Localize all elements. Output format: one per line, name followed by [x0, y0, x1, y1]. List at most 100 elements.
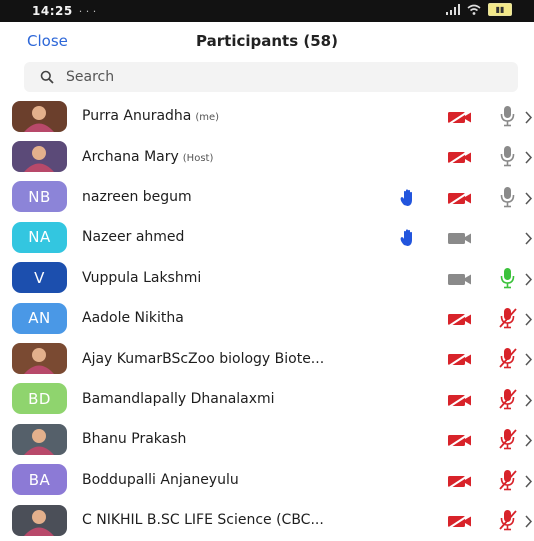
participant-row[interactable]: NA Nazeer ahmed — [0, 217, 534, 257]
mic-status — [497, 509, 519, 535]
participant-name: Purra Anuradha (me) — [82, 108, 219, 124]
participant-row[interactable]: Archana Mary (Host) — [0, 136, 534, 176]
avatar-photo — [12, 343, 67, 375]
participant-name: Bhanu Prakash — [82, 431, 186, 447]
avatar-initials: BA — [28, 470, 51, 489]
row-chevron[interactable] — [525, 271, 533, 290]
video-status — [447, 433, 473, 453]
search-icon — [40, 70, 54, 84]
participant-name-text: Vuppula Lakshmi — [82, 269, 202, 286]
video-off-icon — [448, 473, 471, 489]
participant-row[interactable]: Purra Anuradha (me) — [0, 96, 534, 136]
avatar: BA — [12, 464, 67, 496]
mic-status — [497, 105, 519, 131]
signal-icon — [446, 4, 460, 15]
participant-row[interactable]: AN Aadole Nikitha — [0, 298, 534, 338]
participant-row[interactable]: NB nazreen begum — [0, 177, 534, 217]
row-chevron[interactable] — [525, 230, 533, 249]
video-status — [447, 352, 473, 372]
avatar-initials: V — [34, 268, 45, 287]
video-status — [447, 312, 473, 332]
row-chevron[interactable] — [525, 513, 533, 532]
video-off-icon — [448, 150, 471, 166]
mic-muted-icon — [499, 509, 517, 531]
participant-name: Bamandlapally Dhanalaxmi — [82, 391, 275, 407]
chevron-right-icon — [525, 394, 533, 407]
row-chevron[interactable] — [525, 473, 533, 492]
mic-status — [497, 428, 519, 454]
avatar-initials: BD — [28, 389, 51, 408]
mic-status — [497, 347, 519, 373]
video-status — [447, 392, 473, 413]
avatar — [12, 504, 67, 536]
video-status — [447, 150, 473, 170]
video-status — [447, 272, 473, 292]
participant-name: Archana Mary (Host) — [82, 149, 213, 165]
avatar — [12, 100, 67, 132]
participant-row[interactable]: BD Bamandlapally Dhanalaxmi — [0, 379, 534, 419]
video-status — [447, 473, 473, 494]
avatar-photo — [12, 100, 67, 132]
avatar: NA — [12, 221, 67, 253]
participant-name-text: Boddupalli Anjaneyulu — [82, 471, 239, 488]
video-status — [447, 514, 473, 534]
avatar-photo — [12, 423, 67, 455]
chevron-right-icon — [525, 192, 533, 205]
video-off-icon — [448, 352, 471, 368]
participant-role: (Host) — [182, 152, 214, 164]
row-chevron[interactable] — [525, 190, 533, 209]
row-chevron[interactable] — [525, 432, 533, 451]
participant-name: Ajay KumarBScZoo biology Biote... — [82, 351, 324, 367]
mic-icon — [500, 267, 515, 288]
participant-name-text: Archana Mary — [82, 148, 179, 165]
video-status — [447, 190, 473, 211]
avatar-photo — [12, 504, 67, 536]
chevron-right-icon — [525, 232, 533, 245]
participant-row[interactable]: BA Boddupalli Anjaneyulu — [0, 460, 534, 500]
row-chevron[interactable] — [525, 392, 533, 411]
mic-muted-icon — [499, 348, 517, 369]
participant-row[interactable]: C NIKHIL B.SC LIFE Science (CBC... — [0, 500, 534, 540]
participant-row[interactable]: Ajay KumarBScZoo biology Biote... — [0, 338, 534, 378]
status-time: 14:25 — [32, 4, 73, 18]
avatar-initials: NA — [28, 228, 51, 247]
mic-status — [497, 267, 519, 293]
avatar — [12, 423, 67, 455]
chevron-right-icon — [525, 353, 533, 366]
avatar: BD — [12, 383, 67, 415]
row-chevron[interactable] — [525, 351, 533, 370]
video-off-icon — [448, 190, 471, 206]
row-chevron[interactable] — [525, 149, 533, 168]
video-off-icon — [448, 433, 471, 448]
search-bar[interactable] — [24, 62, 518, 92]
mic-muted-icon — [499, 388, 517, 410]
header: Close Participants (58) — [0, 22, 534, 62]
avatar-photo — [12, 141, 67, 173]
video-off-icon — [448, 514, 471, 529]
page-title: Participants (58) — [196, 32, 338, 50]
video-off-icon — [448, 312, 471, 327]
video-icon — [448, 273, 471, 285]
video-off-icon — [448, 392, 471, 408]
participant-row[interactable]: V Vuppula Lakshmi — [0, 258, 534, 298]
chevron-right-icon — [525, 313, 533, 326]
participant-name-text: Bamandlapally Dhanalaxmi — [82, 390, 275, 407]
participant-row[interactable]: Bhanu Prakash — [0, 419, 534, 459]
video-icon — [448, 233, 471, 245]
mic-muted-icon — [499, 429, 517, 450]
participant-role: (me) — [195, 112, 220, 124]
participant-name-text: nazreen begum — [82, 188, 192, 205]
row-chevron[interactable] — [525, 311, 533, 330]
row-chevron[interactable] — [525, 109, 533, 128]
mic-icon — [500, 146, 515, 167]
avatar: NB — [12, 181, 67, 213]
participant-name: Vuppula Lakshmi — [82, 270, 201, 286]
video-status — [447, 110, 473, 130]
participant-name-text: Ajay KumarBScZoo biology Biote... — [82, 350, 325, 367]
battery-icon: ▮▮ — [488, 3, 512, 16]
raised-hand — [399, 188, 415, 211]
mic-status — [497, 186, 519, 212]
mic-status — [497, 145, 519, 171]
search-input[interactable] — [64, 68, 488, 86]
chevron-right-icon — [525, 475, 533, 488]
